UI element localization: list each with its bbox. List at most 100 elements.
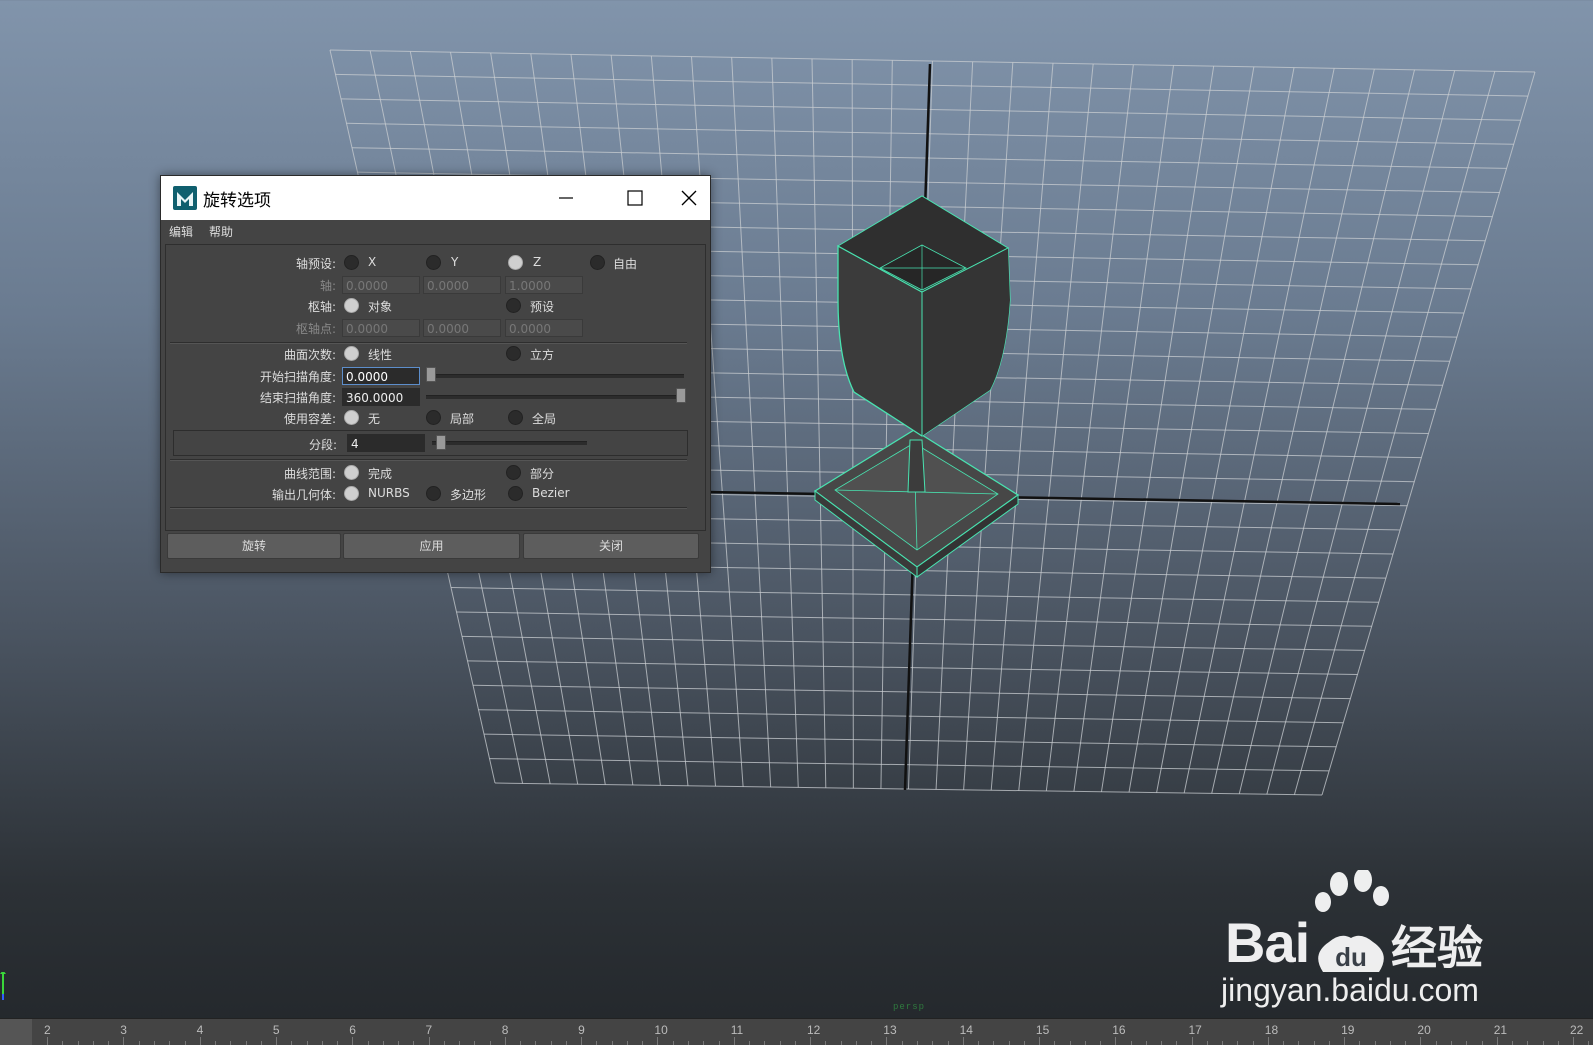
tolerance-local-label: 局部 xyxy=(450,412,475,426)
timeline-tick-mark xyxy=(1405,1041,1407,1045)
timeline-tick-mark xyxy=(1527,1041,1529,1045)
surface-degree-label: 曲面次数: xyxy=(283,348,336,362)
goblet-model[interactable] xyxy=(813,195,1020,579)
timeline-tick-mark xyxy=(443,1041,445,1045)
axis-preset-free-radio[interactable] xyxy=(590,255,605,270)
menu-help[interactable]: 帮助 xyxy=(209,223,233,240)
timeline-tick-mark xyxy=(520,1041,522,1045)
output-bezier-label: Bezier xyxy=(532,486,570,500)
timeline-tick-label: 2 xyxy=(44,1023,51,1037)
timeline-tick-mark xyxy=(169,1041,171,1045)
timeline-tick-mark xyxy=(1069,1041,1071,1045)
grid-line xyxy=(1321,71,1536,796)
timeline-tick-mark xyxy=(77,1041,79,1045)
tolerance-none-radio[interactable] xyxy=(344,410,359,425)
start-sweep-slider-handle[interactable] xyxy=(426,367,436,382)
grid-line xyxy=(1211,68,1375,794)
timeline-tick-mark xyxy=(489,1041,491,1045)
timeline-tick-label: 12 xyxy=(807,1023,821,1037)
maya-app-icon xyxy=(173,186,197,210)
axis-preset-y-radio[interactable] xyxy=(426,255,441,270)
baidu-watermark: Bai du 经验 jingyan.baidu.com xyxy=(1215,870,1515,1010)
timeline-tick-mark xyxy=(1252,1041,1254,1045)
axis-x-field[interactable]: 0.0000 xyxy=(342,276,420,294)
surface-degree-linear-radio[interactable] xyxy=(344,346,359,361)
pivot-object-radio[interactable] xyxy=(344,298,359,313)
timeline-tick-mark xyxy=(1557,1041,1559,1045)
output-nurbs-radio[interactable] xyxy=(344,486,359,501)
segments-slider-handle[interactable] xyxy=(436,435,446,450)
tolerance-global-radio[interactable] xyxy=(508,410,523,425)
minimize-button[interactable] xyxy=(535,176,595,220)
baidu-du-logo-icon: du xyxy=(1318,935,1384,972)
timeline-tick-mark xyxy=(230,1041,232,1045)
pivot-label: 枢轴: xyxy=(307,300,336,314)
start-sweep-slider-track[interactable] xyxy=(426,374,684,378)
axis-preset-z-label: Z xyxy=(533,255,542,269)
axis-y-field[interactable]: 0.0000 xyxy=(423,276,501,294)
output-polygon-label: 多边形 xyxy=(450,488,487,502)
timeline-tick-mark xyxy=(642,1041,644,1045)
timeline-tick-mark xyxy=(718,1041,720,1045)
axis-z-field[interactable]: 1.0000 xyxy=(505,276,583,294)
use-tolerance-label: 使用容差: xyxy=(283,412,336,426)
close-dialog-button[interactable]: 关闭 xyxy=(523,533,699,559)
menu-edit[interactable]: 编辑 xyxy=(169,223,193,240)
maximize-button[interactable] xyxy=(604,176,664,220)
segments-slider-track[interactable] xyxy=(432,441,587,445)
start-sweep-field[interactable]: 0.0000 xyxy=(342,367,420,385)
output-polygon-radio[interactable] xyxy=(426,486,441,501)
tolerance-local-radio[interactable] xyxy=(426,410,441,425)
curve-range-label: 曲线范围: xyxy=(283,467,336,481)
timeline-tick-mark xyxy=(947,1041,949,1045)
apply-button[interactable]: 应用 xyxy=(343,533,520,559)
timeline-tick-label: 9 xyxy=(578,1023,585,1037)
pivot-point-z-field[interactable]: 0.0000 xyxy=(505,319,583,337)
axis-preset-x-radio[interactable] xyxy=(344,255,359,270)
timeline-tick-mark xyxy=(214,1041,216,1045)
timeline-tick-mark xyxy=(749,1041,750,1045)
end-sweep-field[interactable]: 360.0000 xyxy=(342,388,420,406)
segments-field[interactable]: 4 xyxy=(347,434,425,452)
axis-preset-x-label: X xyxy=(368,255,377,269)
surface-degree-linear-label: 线性 xyxy=(368,348,393,362)
svg-text:du: du xyxy=(1335,942,1367,972)
end-sweep-label: 结束扫描角度: xyxy=(259,391,336,405)
curve-range-complete-radio[interactable] xyxy=(344,465,359,480)
curve-range-partial-radio[interactable] xyxy=(506,465,521,480)
pivot-point-x-field[interactable]: 0.0000 xyxy=(342,319,420,337)
timeline-tick-mark xyxy=(840,1041,842,1045)
pivot-preset-radio[interactable] xyxy=(506,298,521,313)
pivot-point-y-field[interactable]: 0.0000 xyxy=(423,319,501,337)
axis-preset-free-label: 自由 xyxy=(613,257,638,271)
end-sweep-slider-handle[interactable] xyxy=(676,388,686,403)
timeline-tick-mark xyxy=(1084,1041,1086,1045)
revolve-button[interactable]: 旋转 xyxy=(167,533,341,559)
pivot-preset-label: 预设 xyxy=(530,300,555,314)
output-bezier-radio[interactable] xyxy=(508,486,523,501)
timeline-bar[interactable]: 2 3 4 5 6 7 8 9 10 11 12 13 14 15 16 17 18 19 20 21 22 xyxy=(0,1018,1593,1045)
timeline-tick-mark xyxy=(92,1041,94,1045)
curve-range-complete-label: 完成 xyxy=(368,467,393,481)
timeline-tick-mark xyxy=(382,1041,384,1045)
close-button[interactable] xyxy=(674,176,710,220)
timeline-tick-mark xyxy=(1176,1041,1178,1045)
timeline-tick-mark xyxy=(398,1041,400,1045)
axis-preset-z-radio[interactable] xyxy=(508,255,523,270)
surface-degree-cubic-radio[interactable] xyxy=(506,346,521,361)
timeline-tick-mark xyxy=(1435,1041,1437,1045)
dialog-titlebar[interactable]: 旋转选项 xyxy=(161,176,710,220)
timeline-tick-label: 3 xyxy=(120,1023,127,1037)
options-panel: 轴预设: X Y Z 自由 轴: 0.0000 0.0000 1.0000 枢轴… xyxy=(165,244,706,531)
timeline-tick-mark xyxy=(1298,1041,1300,1045)
timeline-tick-mark xyxy=(184,1041,186,1045)
end-sweep-slider-track[interactable] xyxy=(426,395,684,399)
timeline-tick-mark xyxy=(1588,1041,1590,1045)
timeline-tick-mark xyxy=(108,1041,110,1045)
timeline-tick-mark xyxy=(1130,1041,1132,1045)
grid-line xyxy=(1128,66,1255,793)
timeline-tick-mark xyxy=(1283,1041,1285,1045)
pivot-point-label: 枢轴点: xyxy=(295,322,336,336)
timeline-tick-label: 16 xyxy=(1112,1023,1126,1037)
grid-line xyxy=(1100,66,1215,792)
